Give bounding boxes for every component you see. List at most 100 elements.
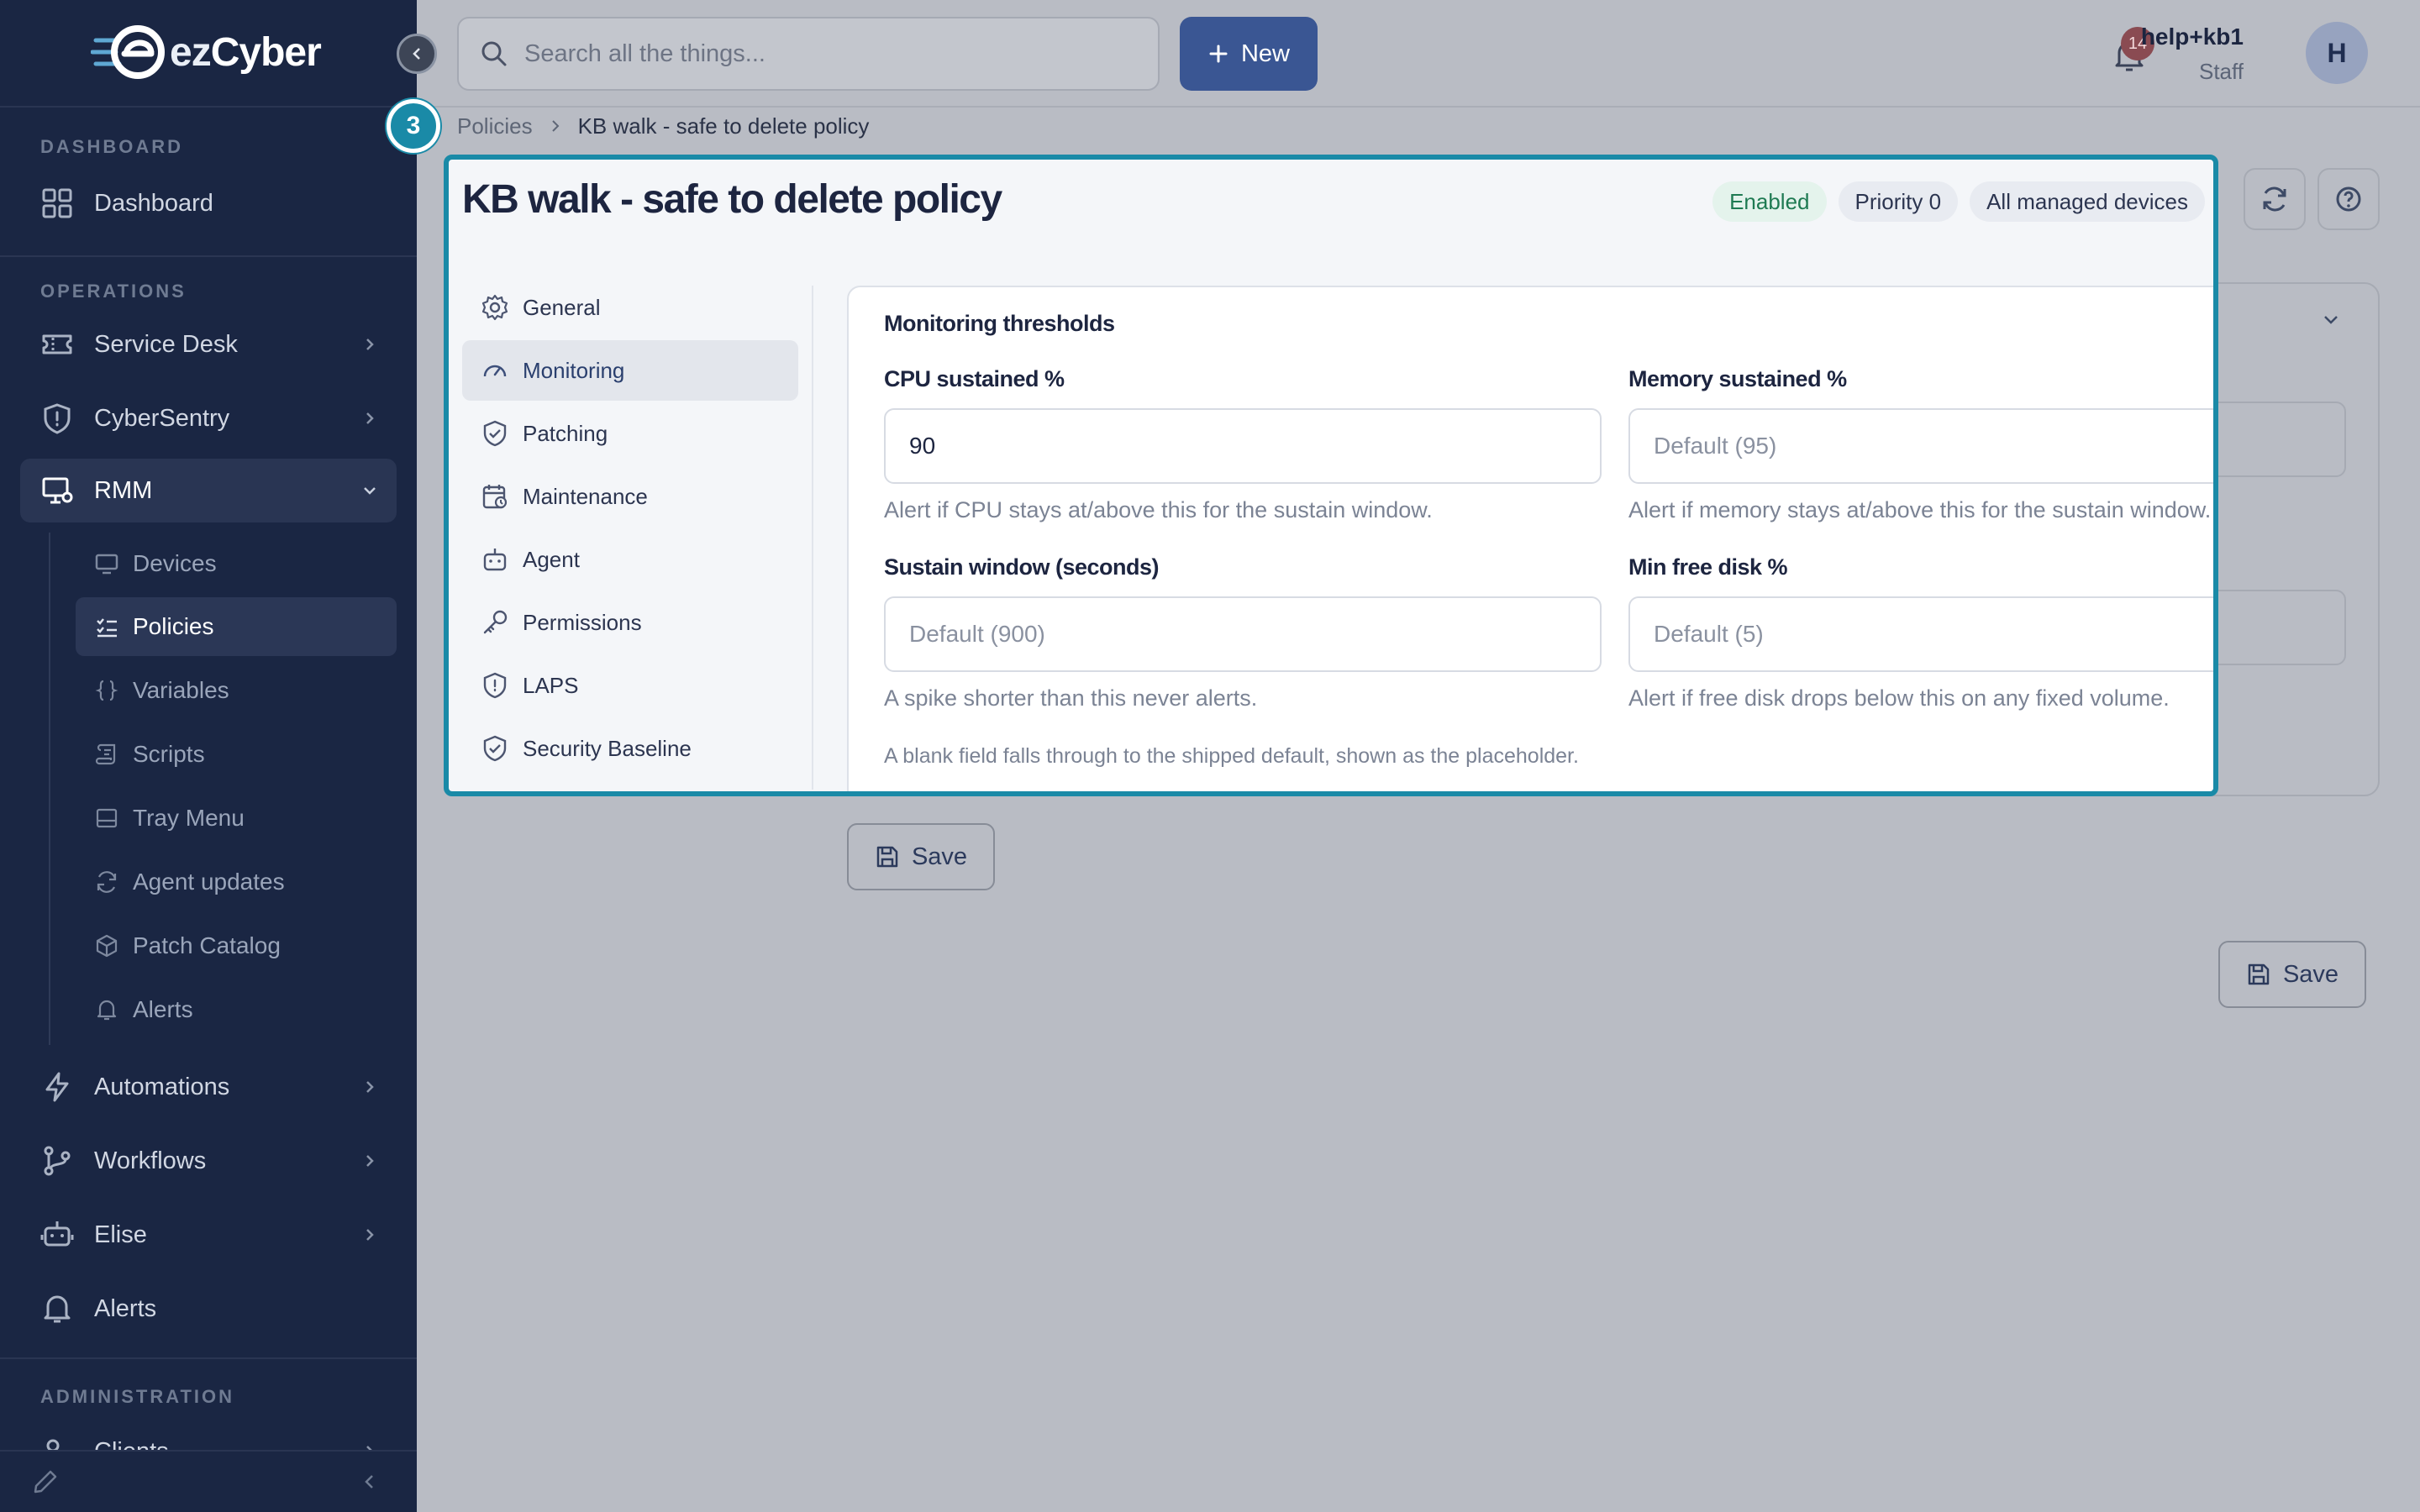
chevron-down-icon: [364, 487, 376, 495]
monitor-gear-icon: [42, 477, 73, 504]
sidebar-item-label: Automations: [94, 1073, 230, 1100]
sidebar-subitem-agent-updates[interactable]: Agent updates: [76, 853, 397, 911]
sidebar-item-elise[interactable]: Elise: [20, 1203, 397, 1267]
pencil-icon[interactable]: [32, 1468, 59, 1495]
new-button[interactable]: New: [1180, 17, 1318, 91]
ticket-icon: [42, 334, 72, 354]
sidebar-subitem-tray-menu[interactable]: Tray Menu: [76, 789, 397, 848]
logo-text: ezCyber: [170, 29, 322, 75]
sidebar-item-automations[interactable]: Automations: [20, 1055, 397, 1119]
bot-icon: [483, 549, 507, 571]
sidebar-item-cybersentry[interactable]: CyberSentry: [20, 386, 397, 450]
save-button[interactable]: Save: [847, 823, 995, 890]
monitoring-thresholds-card: Monitoring thresholds CPU sustained % Al…: [847, 286, 2213, 791]
chevron-right-icon: [366, 1155, 374, 1167]
sidebar-subitem-scripts[interactable]: Scripts: [76, 725, 397, 784]
tab-monitoring[interactable]: Monitoring: [462, 340, 798, 401]
section-label-operations: OPERATIONS: [40, 281, 187, 302]
memory-help: Alert if memory stays at/above this for …: [1628, 497, 2212, 522]
tab-security-baseline[interactable]: Security Baseline: [462, 718, 798, 779]
topbar: New 14 help+kb1 Staff H: [417, 0, 2420, 108]
cpu-sustained-input[interactable]: [884, 408, 1602, 484]
sidebar-footer: [0, 1450, 417, 1512]
policy-editor-highlight: KB walk - safe to delete policy Enabled …: [444, 155, 2218, 796]
tab-agent[interactable]: Agent: [462, 529, 798, 590]
sidebar-subitem-policies[interactable]: Policies: [76, 597, 397, 656]
save-button-label: Save: [2282, 960, 2339, 988]
tab-label: Permissions: [523, 609, 642, 635]
sidebar-item-label: Elise: [94, 1221, 147, 1248]
tab-permissions[interactable]: Permissions: [462, 592, 798, 653]
calendar-clock-icon: [482, 485, 508, 509]
tab-patching[interactable]: Patching: [462, 403, 798, 464]
user-name: help+kb1: [2140, 24, 2244, 50]
step-badge: 3: [387, 99, 440, 153]
sidebar-subitem-alerts[interactable]: Alerts: [76, 980, 397, 1039]
chevron-left-icon[interactable]: [358, 1470, 381, 1494]
breadcrumb: Policies KB walk - safe to delete policy: [457, 111, 869, 141]
priority-badge: Priority 0: [1838, 181, 1959, 222]
global-search[interactable]: [457, 17, 1160, 91]
sidebar-subitem-label: Tray Menu: [133, 805, 245, 831]
avatar[interactable]: H: [2306, 22, 2368, 84]
sidebar-subitem-devices[interactable]: Devices: [76, 534, 397, 593]
sidebar-item-label: RMM: [94, 476, 153, 504]
gear-icon: [481, 294, 508, 321]
search-input[interactable]: [523, 29, 1111, 79]
ezcyber-logo[interactable]: ezCyber: [91, 18, 322, 86]
section-label-administration: ADMINISTRATION: [40, 1386, 235, 1407]
memory-sustained-input[interactable]: [1628, 408, 2213, 484]
submenu-line: [49, 533, 50, 1045]
sustain-window-input[interactable]: [884, 596, 1602, 672]
min-free-disk-label: Min free disk %: [1628, 554, 1788, 580]
sidebar-item-service-desk[interactable]: Service Desk: [20, 312, 397, 376]
sidebar-collapse-button[interactable]: [397, 34, 437, 74]
sidebar-subitem-label: Agent updates: [133, 869, 285, 895]
braces-icon: [95, 680, 118, 701]
sidebar-subitem-variables[interactable]: Variables: [76, 661, 397, 720]
chevron-down-icon[interactable]: [2319, 307, 2343, 331]
plus-icon: [1209, 45, 1228, 63]
sustain-window-help: A spike shorter than this never alerts.: [884, 685, 1258, 711]
save-icon: [2248, 963, 2270, 985]
refresh-icon: [97, 871, 117, 893]
save-button-page[interactable]: Save: [2218, 941, 2366, 1008]
tab-laps[interactable]: LAPS: [462, 655, 798, 716]
chevron-right-icon: [366, 1081, 374, 1093]
sidebar-subitem-patch-catalog[interactable]: Patch Catalog: [76, 916, 397, 975]
chevron-right-icon: [551, 120, 560, 132]
policy-tabs: General Monitoring Patching Maintenance …: [462, 277, 798, 781]
tray-icon: [96, 808, 118, 828]
refresh-icon: [2263, 186, 2286, 212]
chevron-right-icon: [366, 1229, 374, 1241]
tab-label: General: [523, 294, 601, 320]
min-free-disk-input[interactable]: [1628, 596, 2213, 672]
tab-maintenance[interactable]: Maintenance: [462, 466, 798, 527]
sidebar-item-alerts[interactable]: Alerts: [20, 1277, 397, 1341]
sidebar-item-dashboard[interactable]: Dashboard: [20, 171, 397, 235]
list-checks-icon: [97, 618, 117, 638]
refresh-button[interactable]: [2244, 168, 2306, 230]
shield-check-icon: [483, 420, 507, 447]
logo-mark-icon: [91, 25, 165, 79]
sidebar-item-workflows[interactable]: Workflows: [20, 1129, 397, 1193]
section-label-dashboard: DASHBOARD: [40, 136, 183, 157]
sidebar-item-rmm[interactable]: RMM: [20, 459, 397, 522]
sidebar-subitem-label: Scripts: [133, 741, 205, 767]
sustain-window-label: Sustain window (seconds): [884, 554, 1160, 580]
key-icon: [483, 610, 508, 634]
defaults-note: A blank field falls through to the shipp…: [884, 744, 1579, 768]
status-badge: Enabled: [1712, 181, 1827, 222]
chevron-right-icon: [366, 339, 374, 350]
shield-check-icon: [483, 735, 507, 762]
help-button[interactable]: [2317, 168, 2380, 230]
shield-alert-icon: [483, 672, 507, 699]
policy-chips: Enabled Priority 0 All managed devices: [1712, 181, 2205, 222]
tab-general[interactable]: General: [462, 277, 798, 338]
sidebar-subitem-label: Patch Catalog: [133, 932, 281, 958]
breadcrumb-policies-link[interactable]: Policies: [457, 113, 533, 139]
sidebar: ezCyber DASHBOARD Dashboard OPERATIONS S…: [0, 0, 417, 1512]
chevron-right-icon: [366, 412, 374, 424]
tabs-divider: [812, 286, 813, 790]
sidebar-item-label: Dashboard: [94, 189, 213, 217]
